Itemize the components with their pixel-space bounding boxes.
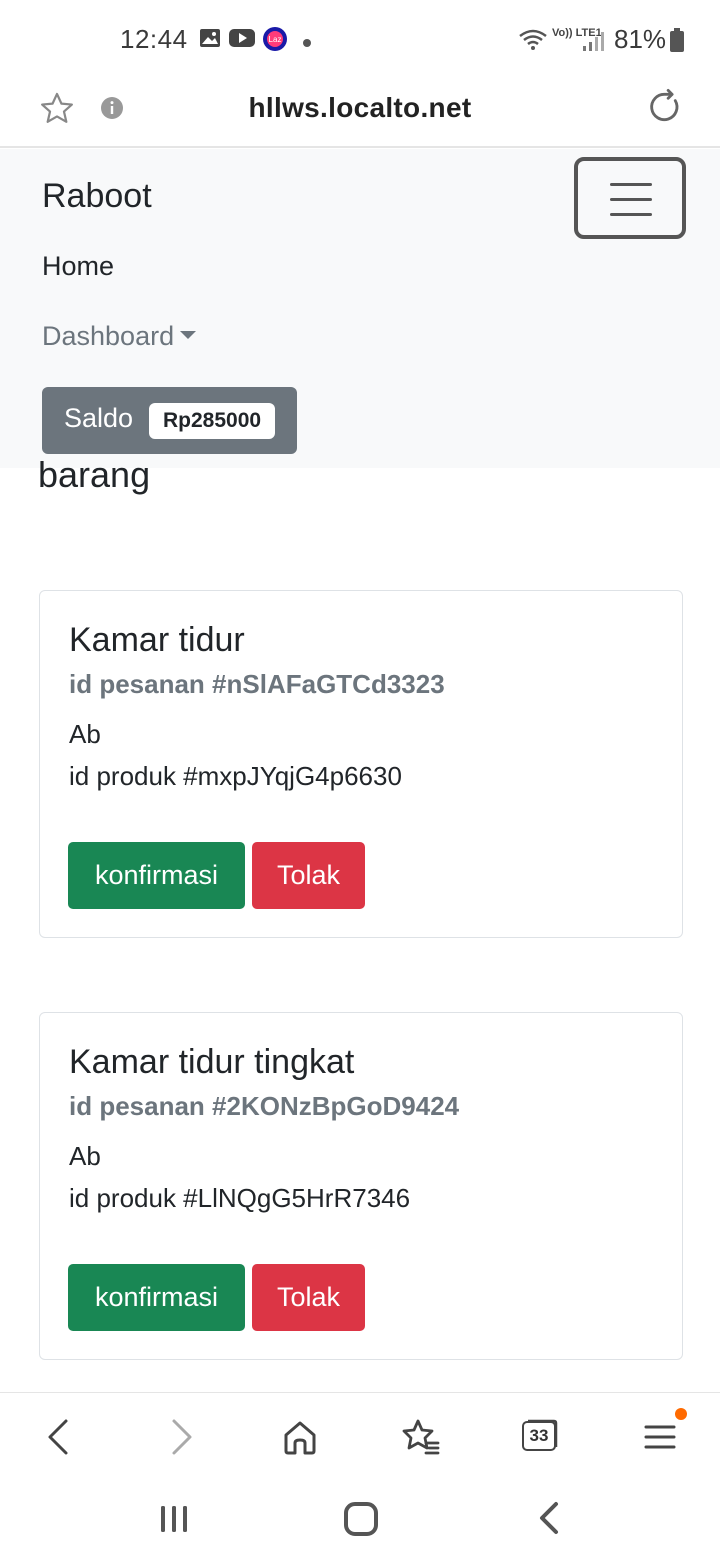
tab-count: 33 [522,1421,556,1451]
bookmarks-icon[interactable] [396,1413,444,1461]
hamburger-icon-bar [610,183,652,186]
recent-apps-icon[interactable] [156,1500,192,1541]
status-bar: 12:44 Laz Vo)) LTE1 81% [0,0,720,80]
hamburger-icon-bar [610,213,652,216]
forward-icon[interactable] [156,1413,204,1461]
wifi-icon [518,28,548,57]
order-id: id pesanan #2KONzBpGoD9424 [69,1091,460,1121]
saldo-badge: Rp285000 [149,403,276,439]
nav-link-home[interactable]: Home [42,251,114,282]
home-icon[interactable] [276,1413,324,1461]
card-title: Kamar tidur [69,621,245,659]
url-bar[interactable]: hllws.localto.net [0,80,720,148]
hamburger-icon-bar [610,198,652,201]
confirm-button[interactable]: konfirmasi [68,1264,245,1331]
product-id: id produk #mxpJYqjG4p6630 [69,761,402,791]
lazada-icon: Laz [262,26,288,57]
browser-toolbar: 33 [0,1392,720,1480]
menu-icon[interactable] [636,1413,684,1461]
status-time: 12:44 [120,24,188,54]
tabs-icon[interactable]: 33 [516,1413,564,1461]
battery-percent: 81% [614,24,667,54]
caret-down-icon [180,330,197,339]
order-id: id pesanan #nSlAFaGTCd3323 [69,669,445,699]
nav-dropdown-dashboard[interactable]: Dashboard [42,321,197,352]
home-nav-icon[interactable] [342,1500,380,1543]
battery-icon [670,28,684,57]
reload-icon[interactable] [646,88,684,131]
back-nav-icon[interactable] [530,1500,566,1541]
signal-icon [582,30,604,57]
svg-text:Laz: Laz [269,35,282,44]
youtube-icon [229,28,255,53]
page-heading: barang [38,454,151,495]
navbar-toggler-button[interactable] [574,157,686,239]
product-id: id produk #LlNQgG5HrR7346 [69,1183,411,1213]
card-text: Ab [69,719,101,749]
menu-notification-dot [675,1408,687,1420]
order-card: Kamar tidur id pesanan #nSlAFaGTCd3323 A… [39,590,683,938]
reject-button[interactable]: Tolak [252,842,365,909]
nav-dashboard-label: Dashboard [42,321,175,351]
card-title: Kamar tidur tingkat [69,1043,355,1081]
card-text: Ab [69,1141,101,1171]
gallery-icon [199,28,221,53]
saldo-button[interactable]: Saldo Rp285000 [42,387,297,454]
url-text[interactable]: hllws.localto.net [0,92,720,124]
confirm-button[interactable]: konfirmasi [68,842,245,909]
saldo-label: Saldo [64,403,134,433]
reject-button[interactable]: Tolak [252,1264,365,1331]
dot-icon [302,35,312,53]
order-card: Kamar tidur tingkat id pesanan #2KONzBpG… [39,1012,683,1360]
system-nav-bar [0,1480,720,1560]
back-icon[interactable] [36,1413,84,1461]
navbar-brand[interactable]: Raboot [42,177,152,216]
navbar: Raboot Home Dashboard Saldo Rp285000 [0,149,720,468]
